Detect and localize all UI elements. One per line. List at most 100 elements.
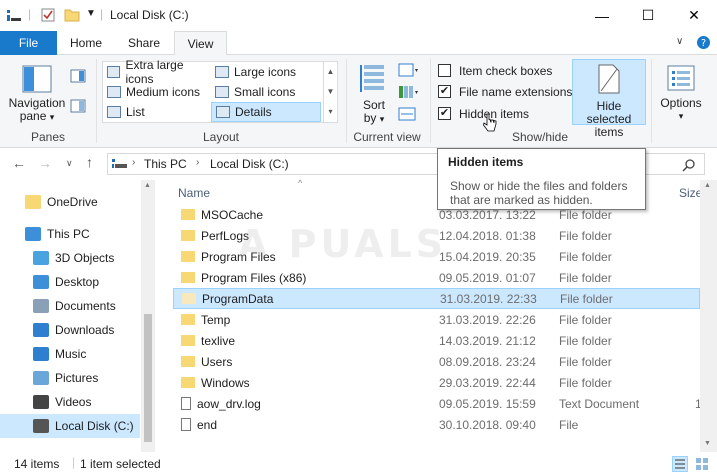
file-type: File folder <box>560 291 613 306</box>
file-date: 12.04.2018. 01:38 <box>439 228 536 243</box>
nav-item-local-disk-c[interactable]: Local Disk (C:) <box>0 414 140 438</box>
chevron-down-icon: ▾ <box>678 111 684 121</box>
sort-by-label-2: by <box>363 111 377 125</box>
column-header-size[interactable]: Size <box>679 186 702 200</box>
group-separator <box>651 59 652 143</box>
search-icon[interactable] <box>682 158 696 172</box>
file-name: end <box>197 417 218 432</box>
table-row[interactable]: aow_drv.log 09.05.2019. 15:59 Text Documen… <box>173 393 702 414</box>
file-list-scrollbar[interactable]: ▲ ▼ <box>700 180 717 452</box>
forward-arrow-icon[interactable]: → <box>38 155 52 171</box>
nav-item-music[interactable]: Music <box>0 342 140 366</box>
file-name: Windows <box>201 375 250 390</box>
checkbox-checked-icon: ✔ <box>438 85 451 98</box>
nav-item-label: Local Disk (C:) <box>55 419 134 433</box>
current-view-group-label: Current view <box>353 130 421 144</box>
nav-item-documents[interactable]: Documents <box>0 294 140 318</box>
help-icon[interactable]: ? <box>696 35 711 50</box>
nav-item-label: Documents <box>55 299 116 313</box>
scroll-up-icon[interactable]: ▲ <box>144 182 151 189</box>
layout-small-icons[interactable]: Small icons <box>211 82 321 102</box>
layout-large-icons[interactable]: Large icons <box>211 62 321 82</box>
scroll-up-icon[interactable]: ▲ <box>704 182 711 189</box>
options-button[interactable]: Options ▾ <box>655 61 707 125</box>
table-row[interactable]: Windows 29.03.2019. 22:44 File folder <box>173 372 700 393</box>
size-all-columns-icon[interactable] <box>398 107 420 121</box>
tab-view[interactable]: View <box>174 31 227 56</box>
file-date: 14.03.2019. 21:12 <box>439 333 536 348</box>
nav-item-downloads[interactable]: Downloads <box>0 318 140 342</box>
add-columns-icon[interactable] <box>398 85 420 99</box>
cube-icon <box>33 251 49 265</box>
large-icons-view-icon[interactable] <box>694 456 710 472</box>
properties-icon[interactable] <box>40 7 56 23</box>
scroll-down-icon[interactable]: ▼ <box>704 440 711 447</box>
recent-locations-icon[interactable]: ∨ <box>66 158 73 169</box>
back-arrow-icon[interactable]: ← <box>12 155 26 171</box>
table-row[interactable]: Users 08.09.2018. 23:24 File folder <box>173 351 700 372</box>
new-folder-icon[interactable] <box>64 7 80 23</box>
file-date: 30.10.2018. 09:40 <box>439 417 536 432</box>
file-name-extensions-toggle[interactable]: ✔ File name extensions <box>438 81 572 102</box>
layout-medium-icons[interactable]: Medium icons <box>103 82 211 102</box>
layout-item-label: Medium icons <box>126 85 201 99</box>
item-check-boxes-toggle[interactable]: Item check boxes <box>438 60 552 81</box>
table-row[interactable]: Program Files (x86) 09.05.2019. 01:07 File… <box>173 267 700 288</box>
table-row[interactable]: end 30.10.2018. 09:40 File <box>173 414 700 435</box>
small-icons-icon <box>215 86 229 98</box>
group-by-icon[interactable] <box>398 63 420 77</box>
file-date: 08.09.2018. 23:24 <box>439 354 536 369</box>
checkbox-checked-icon: ✔ <box>438 107 451 120</box>
scroll-thumb[interactable] <box>144 314 152 442</box>
tab-file[interactable]: File <box>0 31 57 55</box>
up-arrow-icon[interactable]: ↑ <box>86 154 93 170</box>
breadcrumb-local-disk[interactable]: Local Disk (C:) <box>210 157 289 171</box>
navigation-pane-label-2: pane <box>19 109 47 123</box>
layout-extra-large-icons[interactable]: Extra large icons <box>103 58 211 86</box>
chevron-down-icon: ▾ <box>379 114 385 124</box>
file-date: 09.05.2019. 15:59 <box>439 396 536 411</box>
minimize-button[interactable]: — <box>579 0 625 31</box>
sort-by-icon <box>360 65 384 92</box>
table-row[interactable]: ProgramData 31.03.2019. 22:33 File folder <box>173 288 700 309</box>
large-icons-icon <box>215 66 229 78</box>
extra-large-icons-icon <box>107 66 121 78</box>
file-type: File folder <box>559 375 612 390</box>
nav-item-this-pc[interactable]: This PC <box>0 222 140 246</box>
layout-details[interactable]: Details <box>211 102 321 122</box>
file-name: Temp <box>201 312 231 327</box>
close-icon: ✕ <box>688 7 700 23</box>
maximize-button[interactable]: ☐ <box>625 0 671 31</box>
tooltip-body: Show or hide the files and folders <box>450 179 628 193</box>
tab-share[interactable]: Share <box>115 31 173 55</box>
file-type: File <box>559 417 579 432</box>
navigation-pane-button[interactable]: Navigation pane ▾ <box>6 61 68 123</box>
explorer-app-icon[interactable] <box>6 7 22 23</box>
breadcrumb-this-pc[interactable]: This PC <box>144 157 187 171</box>
preview-pane-icon[interactable] <box>70 69 86 83</box>
table-row[interactable]: texlive 14.03.2019. 21:12 File folder <box>173 330 700 351</box>
collapse-ribbon-icon[interactable]: ∨ <box>676 36 683 47</box>
layout-scroll[interactable]: ▲ ▼ ▾ <box>323 62 337 122</box>
column-header-name[interactable]: Name <box>178 186 210 200</box>
file-type: File folder <box>559 354 612 369</box>
navigation-pane-scrollbar[interactable]: ▲ <box>141 180 155 452</box>
details-pane-icon[interactable] <box>70 99 86 113</box>
layout-list[interactable]: List <box>103 102 211 122</box>
file-name: aow_drv.log <box>197 396 261 411</box>
nav-item-videos[interactable]: Videos <box>0 390 140 414</box>
details-view-icon[interactable] <box>672 456 688 472</box>
file-type: File folder <box>559 312 612 327</box>
nav-item-desktop[interactable]: Desktop <box>0 270 140 294</box>
nav-item-3d-objects[interactable]: 3D Objects <box>0 246 140 270</box>
hide-selected-items-button[interactable]: Hide selected items <box>572 59 646 139</box>
file-date: 31.03.2019. 22:33 <box>440 291 537 306</box>
sort-by-button[interactable]: Sort by ▾ <box>356 61 392 125</box>
layout-item-label: List <box>126 105 145 119</box>
close-button[interactable]: ✕ <box>671 0 717 31</box>
nav-item-onedrive[interactable]: OneDrive <box>0 190 140 214</box>
customize-quick-access-icon[interactable]: ▼ <box>86 8 96 19</box>
nav-item-pictures[interactable]: Pictures <box>0 366 140 390</box>
tab-home[interactable]: Home <box>57 31 115 55</box>
table-row[interactable]: Temp 31.03.2019. 22:26 File folder <box>173 309 700 330</box>
